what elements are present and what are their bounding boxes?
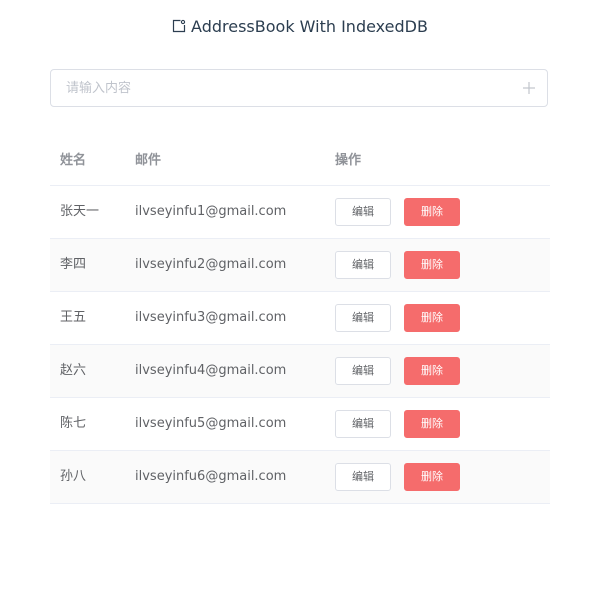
edit-button[interactable]: 编辑 <box>335 463 391 491</box>
table-row: 张天一 ilvseyinfu1@gmail.com 编辑 删除 <box>50 186 550 239</box>
column-header-name: 姓名 <box>60 153 87 168</box>
delete-button[interactable]: 删除 <box>404 198 460 226</box>
edit-button[interactable]: 编辑 <box>335 198 391 226</box>
edit-button[interactable]: 编辑 <box>335 357 391 385</box>
delete-button[interactable]: 删除 <box>404 357 460 385</box>
contact-email: ilvseyinfu4@gmail.com <box>135 363 287 378</box>
page-title: AddressBook With IndexedDB <box>0 16 600 38</box>
contact-email: ilvseyinfu1@gmail.com <box>135 204 287 219</box>
contact-name: 陈七 <box>60 416 87 431</box>
page-title-text: AddressBook With IndexedDB <box>191 17 428 36</box>
table-row: 李四 ilvseyinfu2@gmail.com 编辑 删除 <box>50 239 550 292</box>
table-row: 孙八 ilvseyinfu6@gmail.com 编辑 删除 <box>50 451 550 504</box>
contact-email: ilvseyinfu3@gmail.com <box>135 310 287 325</box>
contact-card-icon <box>172 19 186 33</box>
delete-button[interactable]: 删除 <box>404 463 460 491</box>
contacts-table: 姓名 邮件 操作 张天一 ilvseyinfu1@gmail.com 编辑 删除… <box>50 136 550 504</box>
edit-button[interactable]: 编辑 <box>335 410 391 438</box>
contact-email: ilvseyinfu5@gmail.com <box>135 416 287 431</box>
column-header-actions: 操作 <box>335 153 362 168</box>
contact-name: 张天一 <box>60 204 100 219</box>
table-row: 陈七 ilvseyinfu5@gmail.com 编辑 删除 <box>50 398 550 451</box>
column-header-email: 邮件 <box>135 153 162 168</box>
search-box <box>50 69 548 107</box>
app: AddressBook With IndexedDB 姓名 邮件 操作 张天一 … <box>0 0 610 598</box>
plus-icon[interactable] <box>521 80 537 96</box>
table-row: 赵六 ilvseyinfu4@gmail.com 编辑 删除 <box>50 345 550 398</box>
contact-name: 孙八 <box>60 469 87 484</box>
table-header: 姓名 邮件 操作 <box>50 136 550 186</box>
delete-button[interactable]: 删除 <box>404 410 460 438</box>
contact-email: ilvseyinfu2@gmail.com <box>135 257 287 272</box>
search-input[interactable] <box>66 70 506 106</box>
contact-name: 王五 <box>60 310 87 325</box>
contact-name: 赵六 <box>60 363 87 378</box>
contact-name: 李四 <box>60 257 87 272</box>
contact-email: ilvseyinfu6@gmail.com <box>135 469 287 484</box>
table-row: 王五 ilvseyinfu3@gmail.com 编辑 删除 <box>50 292 550 345</box>
delete-button[interactable]: 删除 <box>404 304 460 332</box>
delete-button[interactable]: 删除 <box>404 251 460 279</box>
edit-button[interactable]: 编辑 <box>335 251 391 279</box>
edit-button[interactable]: 编辑 <box>335 304 391 332</box>
